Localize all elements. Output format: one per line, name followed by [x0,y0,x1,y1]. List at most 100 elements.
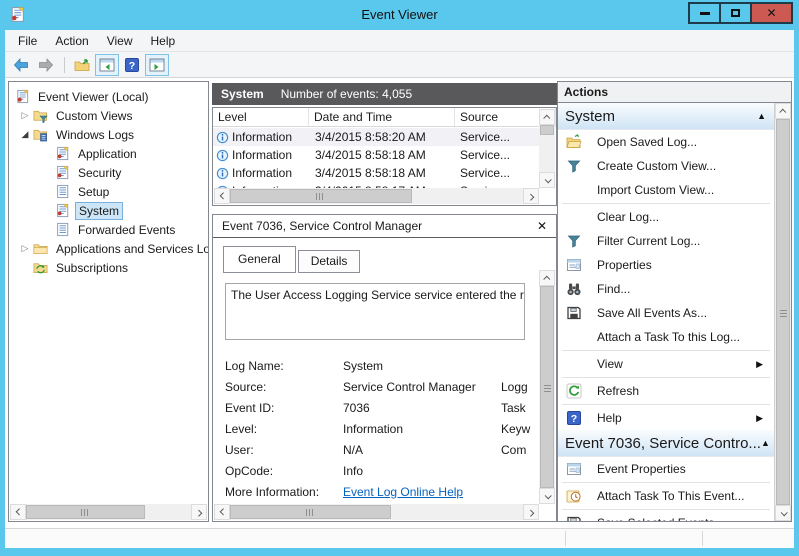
action-create-custom-view[interactable]: Create Custom View... [558,154,774,178]
scroll-track[interactable] [539,286,555,488]
action-attach-task-to-this-event[interactable]: Attach Task To This Event... [558,484,774,508]
toolbar-export-log-icon[interactable] [70,54,94,76]
events-table: Level Date and Time Source Information 3/4/… [212,107,557,206]
tree-expander-icon[interactable]: ▷ [17,106,33,125]
field-right-label: Logg [501,379,528,394]
maximize-icon [731,9,740,17]
column-header-date-and-time[interactable]: Date and Time [309,108,455,126]
tree-item-windows-logs[interactable]: ◢ Windows Logs [9,125,208,144]
table-row[interactable]: Information 3/4/2015 8:58:20 AM Service... [213,128,539,146]
scroll-track[interactable] [775,119,791,505]
menu-file[interactable]: File [9,31,46,51]
tree-item-setup[interactable]: Setup [9,182,208,201]
toolbar-forward-arrow-icon[interactable] [34,54,58,76]
event-log-online-help-link[interactable]: Event Log Online Help [343,485,463,499]
titlebar[interactable]: Event Viewer ✕ [0,0,799,30]
actions-section-header-system[interactable]: System ▲ [558,103,774,130]
actions-section-title: Event 7036, Service Contro... [565,434,761,452]
action-view[interactable]: View ▶ [558,352,774,376]
action-event-properties[interactable]: Event Properties [558,457,774,481]
scroll-right-button[interactable] [523,504,539,520]
tree-hscrollbar[interactable] [10,504,207,520]
scroll-thumb[interactable] [540,286,554,488]
toolbar-console-tree-toggle-icon[interactable] [95,53,119,76]
scroll-up-button[interactable] [775,103,791,119]
action-attach-a-task-to-this-log[interactable]: Attach a Task To this Log... [558,325,774,349]
collapse-icon[interactable]: ▲ [757,111,766,121]
tree-item-security[interactable]: Security [9,163,208,182]
scroll-thumb[interactable] [230,189,412,203]
scroll-thumb[interactable] [776,119,790,505]
field-label: Event ID: [225,400,275,415]
action-save-all-events-as[interactable]: Save All Events As... [558,301,774,325]
action-separator [562,482,770,483]
menu-view[interactable]: View [98,31,142,51]
action-find[interactable]: Find... [558,277,774,301]
tree-item-forwarded-events[interactable]: Forwarded Events [9,220,208,239]
action-separator [562,377,770,378]
scroll-up-button[interactable] [539,270,555,286]
action-open-saved-log[interactable]: Open Saved Log... [558,130,774,154]
scroll-thumb[interactable] [230,505,392,519]
scroll-thumb[interactable] [26,505,145,519]
tree-item-event-viewer-local[interactable]: Event Viewer (Local) [9,87,208,106]
close-button[interactable]: ✕ [750,2,793,24]
events-vscrollbar[interactable] [539,109,555,188]
table-row[interactable]: Information 3/4/2015 8:58:18 AM Service... [213,164,539,182]
tree-expander-icon[interactable]: ◢ [17,125,33,144]
menu-help[interactable]: Help [142,31,185,51]
preview-vscrollbar[interactable] [539,270,555,504]
tree-item-application[interactable]: Application [9,144,208,163]
table-row[interactable]: Information 3/4/2015 8:58:18 AM Service... [213,146,539,164]
scroll-thumb[interactable] [540,125,554,136]
action-label: Attach Task To This Event... [597,489,745,503]
action-filter-current-log[interactable]: Filter Current Log... [558,229,774,253]
column-header-level[interactable]: Level [213,108,309,126]
scroll-grip [779,307,787,317]
tree-expander-icon[interactable]: ▷ [17,239,33,258]
tree-item-subscriptions[interactable]: Subscriptions [9,258,208,277]
minimize-button[interactable] [688,2,721,24]
scroll-track[interactable] [230,188,523,204]
actions-section-header-event-7036-service-contro[interactable]: Event 7036, Service Contro... ▲ [558,430,774,457]
scroll-up-button[interactable] [539,109,555,125]
log-plain-icon [55,222,71,237]
scroll-right-button[interactable] [523,188,539,204]
toolbar-back-arrow-icon[interactable] [9,54,33,76]
scroll-track[interactable] [26,504,191,520]
action-refresh[interactable]: Refresh [558,379,774,403]
collapse-icon[interactable]: ▲ [761,438,770,448]
events-hscrollbar[interactable] [214,188,539,204]
scroll-down-button[interactable] [539,488,555,504]
scroll-grip [80,508,90,516]
tree-item-system[interactable]: System [9,201,208,220]
preview-hscrollbar[interactable] [214,504,539,520]
action-properties[interactable]: Properties [558,253,774,277]
tab-details[interactable]: Details [297,250,361,273]
scroll-left-button[interactable] [214,504,230,520]
scroll-down-button[interactable] [539,172,555,188]
toolbar-help-icon[interactable]: ? [120,54,144,76]
tab-general[interactable]: General [223,246,296,273]
scroll-track[interactable] [230,504,523,520]
preview-close-icon[interactable]: ✕ [537,219,547,233]
scroll-left-button[interactable] [214,188,230,204]
scroll-down-button[interactable] [775,505,791,521]
scroll-left-button[interactable] [10,504,26,520]
maximize-button[interactable] [719,2,752,24]
log-plain-icon [55,184,71,199]
actions-vscrollbar[interactable] [774,103,791,521]
scroll-right-button[interactable] [191,504,207,520]
scroll-track[interactable] [539,125,555,172]
tree-item-applications-and-services-lo[interactable]: ▷ Applications and Services Lo [9,239,208,258]
toolbar-action-pane-toggle-icon[interactable] [145,53,169,76]
menu-action[interactable]: Action [46,31,97,51]
properties-icon [566,257,582,273]
action-help[interactable]: ? Help ▶ [558,406,774,430]
tree-item-label: Custom Views [56,108,133,123]
level-text: Information [232,130,293,144]
tree-item-custom-views[interactable]: ▷ Custom Views [9,106,208,125]
action-clear-log[interactable]: Clear Log... [558,205,774,229]
action-import-custom-view[interactable]: Import Custom View... [558,178,774,202]
action-save-selected-events[interactable]: Save Selected Events... [558,511,774,521]
